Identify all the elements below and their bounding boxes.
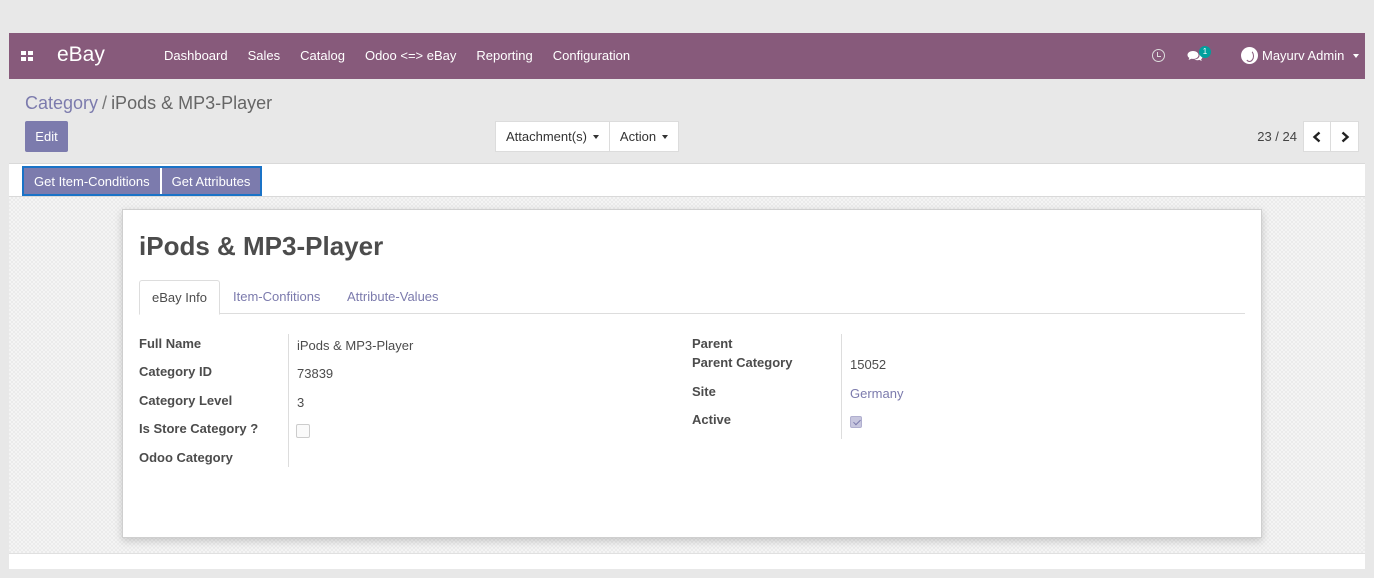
- record-title: iPods & MP3-Player: [139, 231, 384, 261]
- chevron-right-icon: [1341, 131, 1349, 142]
- active-label: Active: [692, 412, 732, 427]
- menu-reporting[interactable]: Reporting: [466, 33, 542, 79]
- menu-dashboard[interactable]: Dashboard: [154, 33, 238, 79]
- user-avatar[interactable]: [1241, 47, 1258, 64]
- odoo-category-label: Odoo Category: [139, 450, 233, 465]
- activity-clock-icon[interactable]: [1152, 49, 1165, 62]
- top-navbar: eBay Dashboard Sales Catalog Odoo <=> eB…: [9, 33, 1365, 79]
- active-checkbox: [850, 416, 862, 428]
- site-link[interactable]: Germany: [850, 386, 903, 401]
- attachments-label: Attachment(s): [506, 129, 587, 144]
- app-window: eBay Dashboard Sales Catalog Odoo <=> eB…: [9, 33, 1365, 569]
- form-sheet: iPods & MP3-Player eBay Info Item-Confit…: [122, 209, 1262, 538]
- pager-next-button[interactable]: [1331, 121, 1359, 152]
- category-level-value: 3: [297, 395, 305, 410]
- menu-configuration[interactable]: Configuration: [543, 33, 640, 79]
- breadcrumb-current: iPods & MP3-Player: [111, 93, 273, 113]
- parent-category-label: Parent Category: [692, 355, 793, 370]
- full-name-label: Full Name: [139, 336, 202, 351]
- breadcrumb: Category / iPods & MP3-Player: [25, 93, 272, 114]
- app-brand: eBay: [57, 43, 105, 66]
- menu-odoo-ebay[interactable]: Odoo <=> eBay: [355, 33, 466, 79]
- main-menu: Dashboard Sales Catalog Odoo <=> eBay Re…: [154, 33, 640, 79]
- pager: 23 / 24: [1257, 121, 1359, 152]
- apps-grid-icon[interactable]: [21, 51, 33, 61]
- caret-down-icon: [662, 134, 669, 139]
- site-label: Site: [692, 384, 716, 399]
- bottom-strip: [9, 553, 1365, 569]
- pager-value: 23 / 24: [1257, 129, 1297, 144]
- full-name-value: iPods & MP3-Player: [297, 338, 414, 353]
- get-attributes-button[interactable]: Get Attributes: [161, 168, 261, 194]
- chevron-left-icon: [1312, 131, 1321, 142]
- tab-attribute-values[interactable]: Attribute-Values: [335, 280, 451, 314]
- attachments-dropdown[interactable]: Attachment(s): [495, 121, 610, 152]
- menu-catalog[interactable]: Catalog: [290, 33, 355, 79]
- is-store-category-checkbox: [296, 424, 310, 438]
- action-label: Action: [619, 129, 657, 144]
- menu-sales[interactable]: Sales: [238, 33, 291, 79]
- category-level-label: Category Level: [139, 393, 233, 408]
- tab-item-conditions[interactable]: Item-Confitions: [221, 280, 332, 314]
- category-id-label: Category ID: [139, 364, 212, 379]
- chat-badge: 1: [1199, 46, 1211, 58]
- chevron-down-icon[interactable]: [1353, 54, 1359, 58]
- field-divider: [841, 334, 842, 439]
- control-panel: Category / iPods & MP3-Player Edit Attachm…: [9, 79, 1365, 163]
- tab-ebay-info[interactable]: eBay Info: [139, 280, 220, 315]
- field-divider: [288, 334, 289, 467]
- is-store-category-label: Is Store Category ?: [139, 421, 259, 436]
- breadcrumb-category-link[interactable]: Category: [25, 93, 98, 113]
- category-id-value: 73839: [297, 366, 334, 381]
- header-buttons-highlight: Get Item-Conditions Get Attributes: [22, 166, 263, 196]
- parent-label: Parent: [692, 336, 733, 351]
- get-item-conditions-button[interactable]: Get Item-Conditions: [24, 168, 160, 194]
- edit-button[interactable]: Edit: [25, 121, 68, 152]
- notebook-tabs: eBay Info Item-Confitions Attribute-Valu…: [139, 280, 1245, 315]
- user-menu[interactable]: Mayurv Admin: [1262, 48, 1344, 63]
- pager-previous-button[interactable]: [1303, 121, 1331, 152]
- sidebar-buttons: Attachment(s) Action: [495, 121, 680, 152]
- form-statusbar: Get Item-Conditions Get Attributes: [9, 163, 1365, 197]
- parent-category-value: 15052: [850, 357, 887, 372]
- action-dropdown[interactable]: Action: [609, 121, 680, 152]
- caret-down-icon: [592, 134, 599, 139]
- breadcrumb-separator: /: [102, 93, 108, 113]
